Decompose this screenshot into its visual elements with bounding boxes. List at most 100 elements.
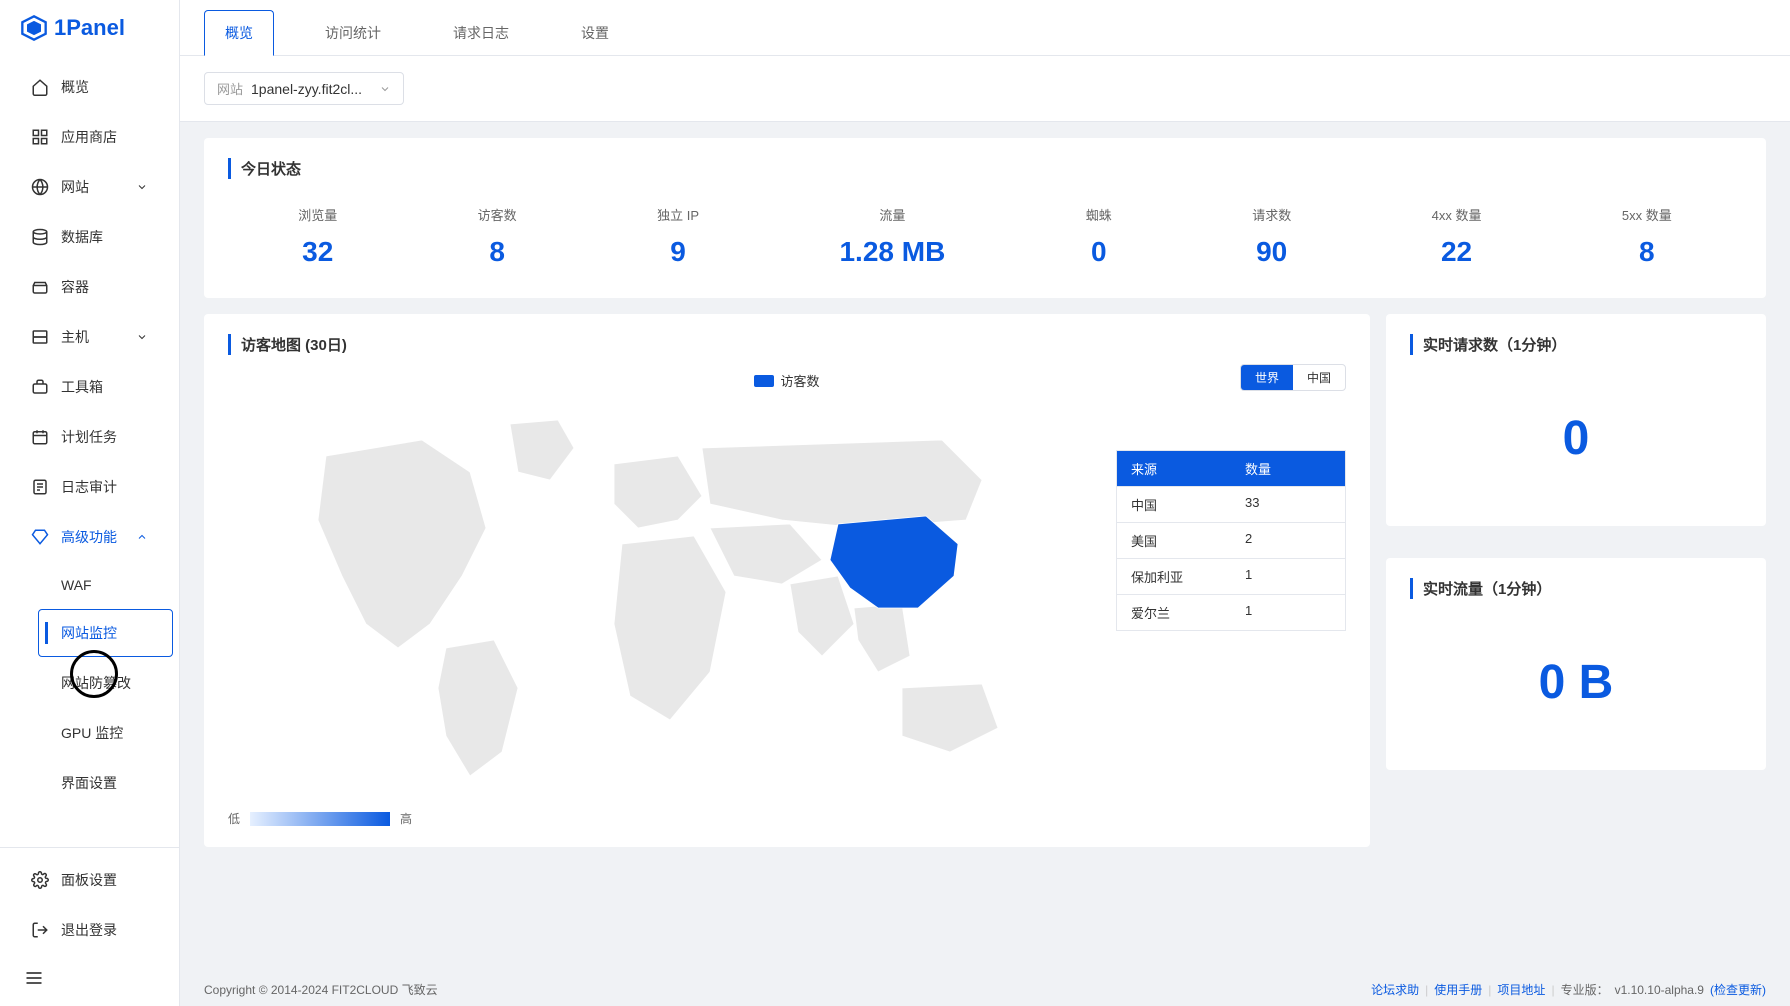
gradient-high-label: 高 (400, 810, 412, 827)
th-source: 来源 (1117, 451, 1231, 486)
sidebar-item-site-monitor[interactable]: 网站监控 (38, 609, 173, 657)
world-map[interactable] (228, 400, 1096, 800)
td-source: 美国 (1117, 523, 1231, 558)
stat-5xx: 5xx 数量 8 (1622, 205, 1672, 268)
stat-value: 8 (478, 236, 517, 268)
realtime-requests-value: 0 (1410, 371, 1742, 506)
globe-icon (31, 178, 49, 196)
table-header: 来源 数量 (1117, 451, 1345, 486)
sidebar-item-advanced[interactable]: 高级功能 (6, 513, 173, 561)
stat-label: 请求数 (1252, 205, 1291, 224)
stat-value: 9 (657, 236, 699, 268)
footer-link-manual[interactable]: 使用手册 (1434, 981, 1482, 998)
table-row: 保加利亚 1 (1117, 558, 1345, 594)
today-stats-row: 浏览量 32 访客数 8 独立 IP 9 流量 1.28 MB 蜘蛛 0 (228, 195, 1742, 278)
legend-label: 访客数 (780, 371, 819, 390)
map-body: 来源 数量 中国 33 美国 2 (228, 400, 1346, 800)
sidebar-item-label: 退出登录 (61, 920, 117, 940)
sidebar-item-panel-settings[interactable]: 面板设置 (6, 856, 173, 904)
stat-label: 流量 (839, 205, 945, 224)
td-count: 1 (1231, 595, 1345, 630)
diamond-icon (31, 528, 49, 546)
stat-label: 浏览量 (298, 205, 337, 224)
realtime-requests-card: 实时请求数（1分钟） 0 (1386, 314, 1766, 526)
stat-label: 蜘蛛 (1086, 205, 1112, 224)
sidebar-item-label: 工具箱 (61, 377, 103, 397)
logo-icon (20, 14, 48, 42)
tab-label: 概览 (225, 25, 253, 41)
sidebar-item-database[interactable]: 数据库 (6, 213, 173, 261)
footer-link-forum[interactable]: 论坛求助 (1371, 981, 1419, 998)
tab-label: 访问统计 (325, 25, 381, 41)
sidebar-item-label: 高级功能 (61, 527, 117, 547)
sidebar-item-ui-settings[interactable]: 界面设置 (38, 759, 173, 807)
database-icon (31, 228, 49, 246)
sidebar-item-gpu-monitor[interactable]: GPU 监控 (38, 709, 173, 757)
site-select-label: 网站 (217, 79, 243, 98)
realtime-traffic-card: 实时流量（1分钟） 0 B (1386, 558, 1766, 770)
realtime-traffic-title: 实时流量（1分钟） (1410, 578, 1742, 599)
sidebar-item-label: 主机 (61, 327, 89, 347)
sidebar-item-host[interactable]: 主机 (6, 313, 173, 361)
nav-main: 概览 应用商店 网站 数据库 容器 主机 工具箱 (0, 56, 179, 847)
tab-access-stats[interactable]: 访问统计 (304, 10, 402, 56)
sidebar-item-website[interactable]: 网站 (6, 163, 173, 211)
stat-traffic: 流量 1.28 MB (839, 205, 945, 268)
td-count: 2 (1231, 523, 1345, 558)
map-toggle-china[interactable]: 中国 (1293, 365, 1345, 390)
today-stats-title: 今日状态 (228, 158, 1742, 179)
sidebar-item-appstore[interactable]: 应用商店 (6, 113, 173, 161)
main-content: 概览 访问统计 请求日志 设置 网站 1panel-zyy.fit2cl... … (180, 0, 1790, 1006)
td-count: 1 (1231, 559, 1345, 594)
stat-visitors: 访客数 8 (478, 205, 517, 268)
tab-settings[interactable]: 设置 (560, 10, 630, 56)
sidebar-item-waf[interactable]: WAF (38, 563, 173, 607)
footer-link-repo[interactable]: 项目地址 (1497, 981, 1545, 998)
log-icon (31, 478, 49, 496)
td-count: 33 (1231, 487, 1345, 522)
tab-label: 请求日志 (453, 25, 509, 41)
calendar-icon (31, 428, 49, 446)
site-select-value: 1panel-zyy.fit2cl... (251, 81, 371, 97)
sidebar-item-toolbox[interactable]: 工具箱 (6, 363, 173, 411)
sidebar-item-overview[interactable]: 概览 (6, 63, 173, 111)
stat-label: 4xx 数量 (1432, 205, 1482, 224)
sidebar-item-label: GPU 监控 (61, 723, 123, 743)
tab-overview[interactable]: 概览 (204, 10, 274, 56)
map-toggle-world[interactable]: 世界 (1241, 365, 1293, 390)
map-gradient-legend: 低 高 (228, 810, 1346, 827)
td-source: 中国 (1117, 487, 1231, 522)
td-source: 爱尔兰 (1117, 595, 1231, 630)
realtime-traffic-value: 0 B (1410, 615, 1742, 750)
stat-value: 32 (298, 236, 337, 268)
tab-request-logs[interactable]: 请求日志 (432, 10, 530, 56)
site-select[interactable]: 网站 1panel-zyy.fit2cl... (204, 72, 404, 105)
sidebar-item-container[interactable]: 容器 (6, 263, 173, 311)
chevron-down-icon (136, 181, 148, 193)
sidebar-item-logs[interactable]: 日志审计 (6, 463, 173, 511)
stat-label: 独立 IP (657, 205, 699, 224)
sidebar-item-anti-tamper[interactable]: 网站防篡改 (38, 659, 173, 707)
tabs-bar: 概览 访问统计 请求日志 设置 (180, 0, 1790, 56)
footer-check-update[interactable]: (检查更新) (1710, 981, 1766, 998)
td-source: 保加利亚 (1117, 559, 1231, 594)
visitor-map-title: 访客地图 (30日) (228, 334, 1346, 355)
sidebar-item-logout[interactable]: 退出登录 (6, 906, 173, 954)
menu-icon (24, 968, 44, 988)
stat-value: 22 (1432, 236, 1482, 268)
map-region-china (830, 516, 958, 608)
col-right: 实时请求数（1分钟） 0 实时流量（1分钟） 0 B (1386, 314, 1766, 863)
sidebar-item-cron[interactable]: 计划任务 (6, 413, 173, 461)
stat-requests: 请求数 90 (1252, 205, 1291, 268)
table-row: 爱尔兰 1 (1117, 594, 1345, 630)
brand-logo[interactable]: 1Panel (0, 0, 179, 56)
stat-value: 8 (1622, 236, 1672, 268)
footer-copyright: Copyright © 2014-2024 FIT2CLOUD 飞致云 (204, 981, 438, 998)
site-selector-row: 网站 1panel-zyy.fit2cl... (180, 56, 1790, 122)
collapse-sidebar-button[interactable] (0, 956, 179, 1000)
visitor-region-table: 来源 数量 中国 33 美国 2 (1116, 450, 1346, 631)
footer-version: v1.10.10-alpha.9 (1615, 983, 1704, 997)
sidebar-item-label: 概览 (61, 77, 89, 97)
realtime-requests-title: 实时请求数（1分钟） (1410, 334, 1742, 355)
sidebar-item-label: 计划任务 (61, 427, 117, 447)
